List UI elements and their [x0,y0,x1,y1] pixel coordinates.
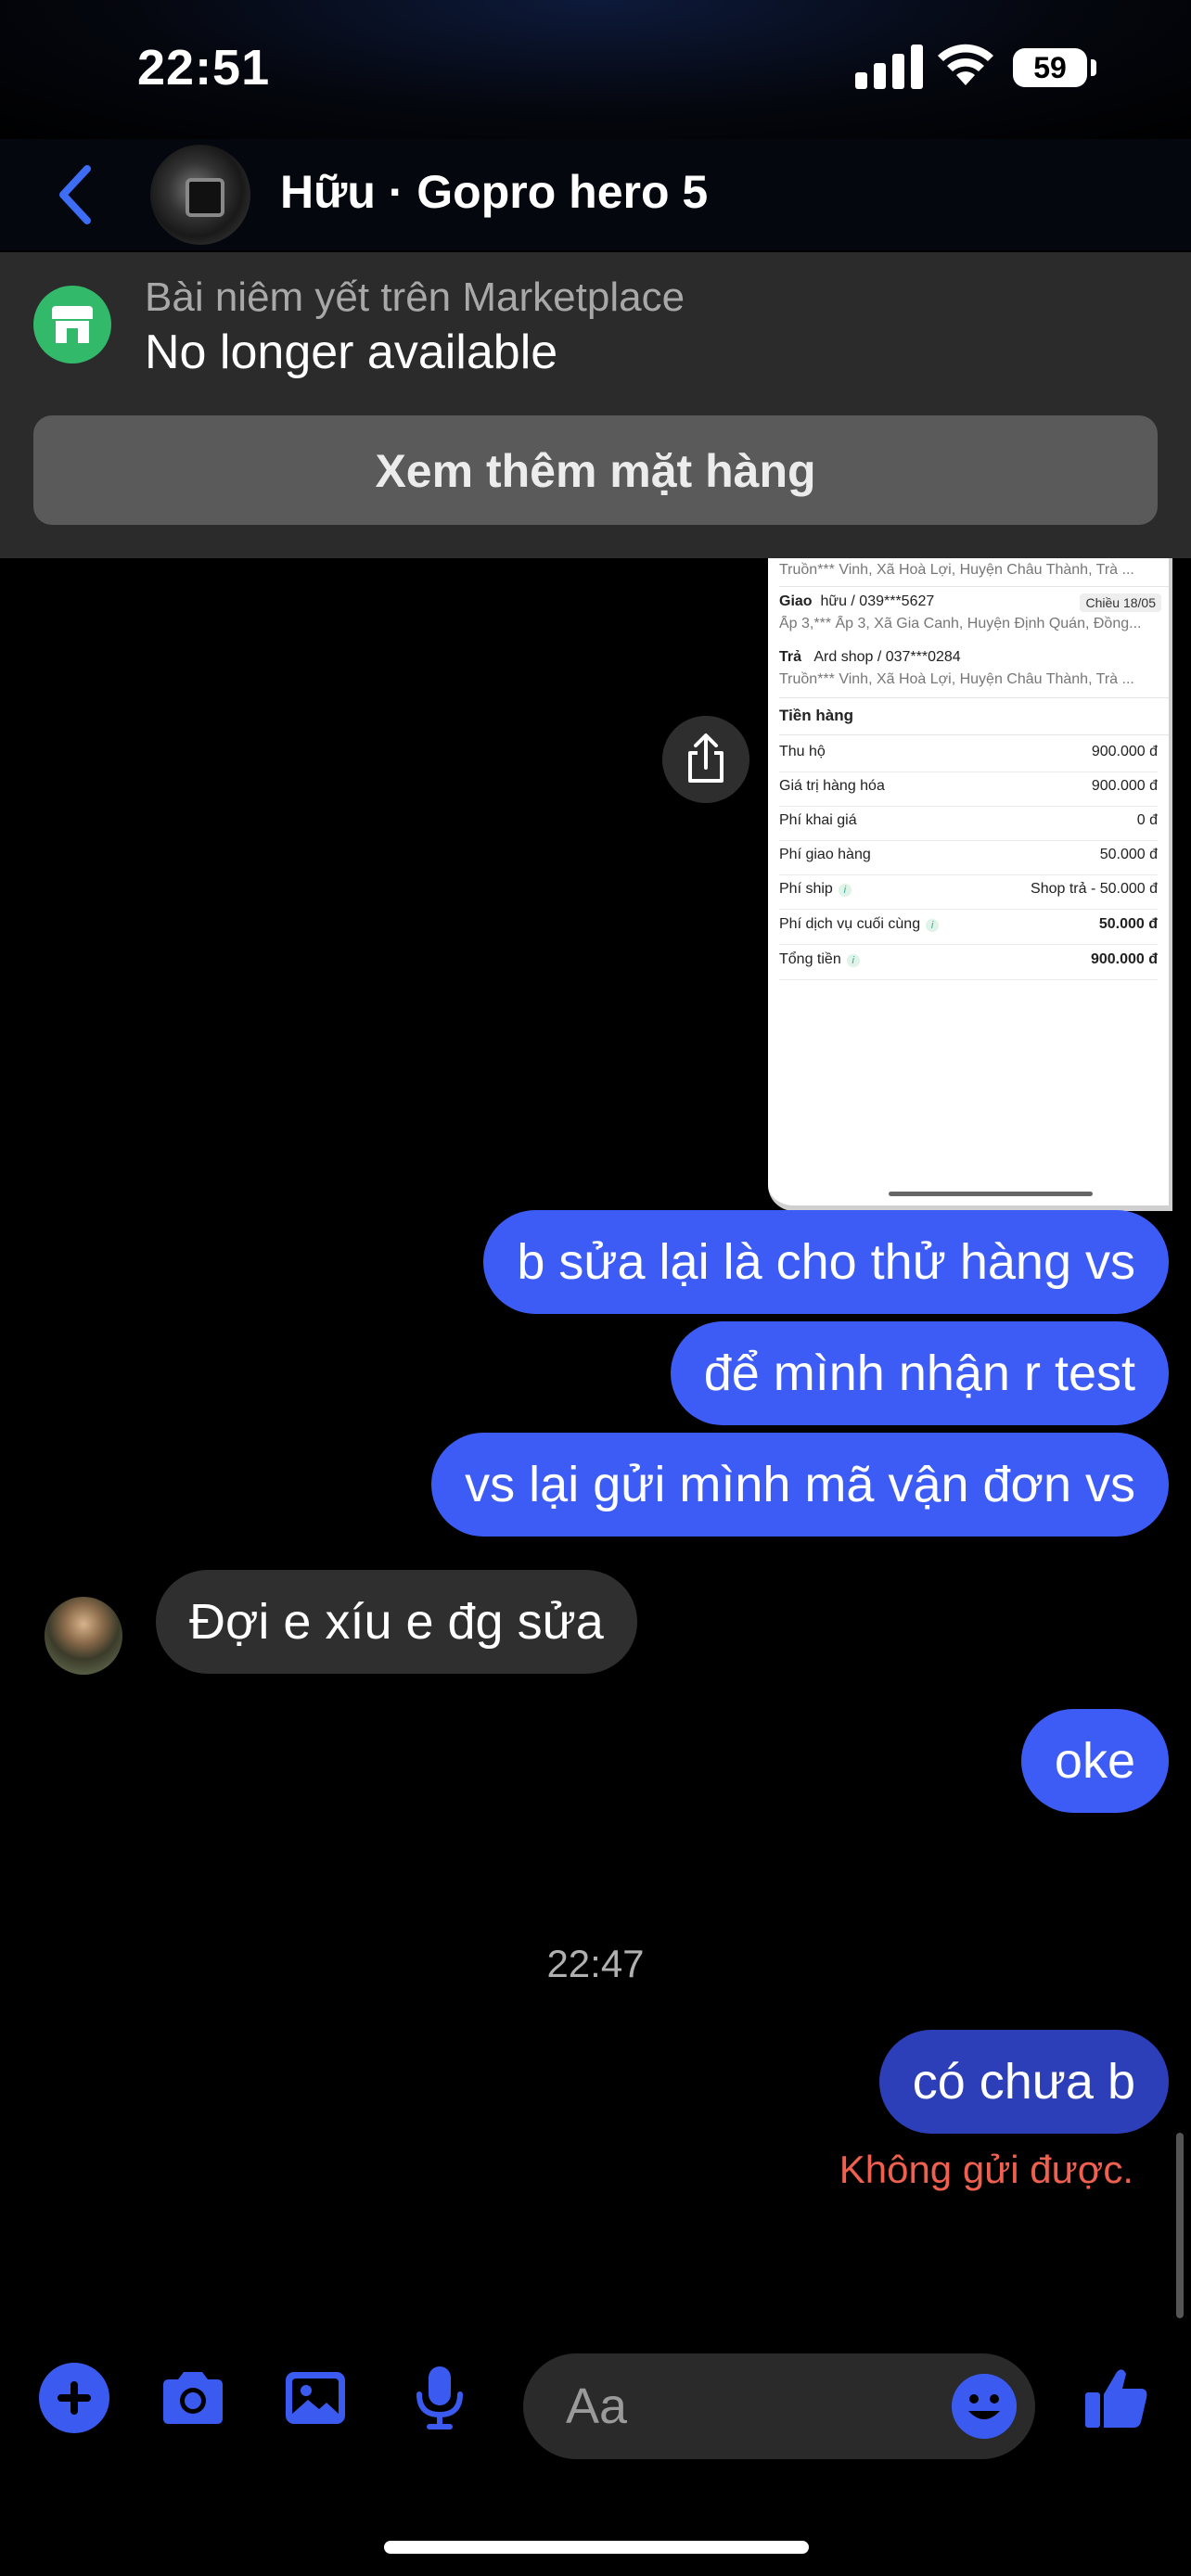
receipt-fee-row: Phí dịch vụ cuối cùng i 50.000 đ [779,911,1158,945]
outgoing-message-failed[interactable]: có chưa b [878,2030,1169,2134]
listing-status: No longer available [145,325,558,379]
info-icon: i [838,884,852,897]
image-icon[interactable] [280,2363,351,2433]
receipt-home-indicator [889,1192,1093,1196]
status-bar: 22:51 59 [0,0,1191,139]
receipt-fee-row: Thu hộ 900.000 đ [779,738,1158,772]
wifi-icon [938,44,993,85]
receipt-fee-row: Giá trị hàng hóa 900.000 đ [779,772,1158,807]
marketplace-banner: Bài niêm yết trên Marketplace No longer … [0,252,1191,558]
receipt-tra-address: Truồn*** Vinh, Xã Hoà Lợi, Huyện Châu Th… [779,671,1134,687]
see-more-items-button[interactable]: Xem thêm mặt hàng [33,415,1158,525]
home-indicator [384,2541,809,2554]
chat-header: Hữu · Gopro hero 5 [0,139,1191,250]
thumbs-up-icon[interactable] [1082,2363,1152,2433]
outgoing-message[interactable]: b sửa lại là cho thử hàng vs [483,1210,1169,1314]
info-icon: i [926,919,940,932]
receipt-fee-row: Phí khai giá 0 đ [779,807,1158,841]
receipt-fee-row: Tổng tiền i 900.000 đ [779,946,1158,980]
contact-avatar[interactable] [150,145,250,245]
info-icon: i [846,954,860,967]
receipt-giao-label: Giao [779,593,813,609]
plus-icon[interactable] [39,2363,109,2433]
receipt-fee-row: Phí ship i Shop trả - 50.000 đ [779,875,1158,910]
outgoing-message[interactable]: vs lại gửi mình mã vận đơn vs [431,1433,1169,1537]
chat-title[interactable]: Hữu · Gopro hero 5 [280,165,708,219]
receipt-tra-contact: Ard shop / 037***0284 [813,649,961,665]
microphone-icon[interactable] [404,2363,475,2433]
receipt-fee-row: Phí giao hàng 50.000 đ [779,841,1158,875]
outgoing-message[interactable]: oke [1020,1709,1169,1813]
back-chevron-icon[interactable] [54,161,98,228]
shared-receipt-image[interactable]: Truồn*** Vinh, Xã Hoà Lợi, Huyện Châu Th… [768,558,1172,1211]
battery-cap [1091,59,1096,76]
incoming-message[interactable]: Đợi e xíu e đg sửa [156,1570,637,1674]
send-failed-notice[interactable]: Không gửi được. [839,2148,1133,2192]
receipt-section-title: Tiền hàng [779,707,853,724]
share-icon[interactable] [662,716,749,803]
emoji-icon[interactable] [952,2374,1017,2439]
receipt-giao-badge: Chiều 18/05 [1080,593,1161,612]
camera-icon[interactable] [158,2363,228,2433]
marketplace-label: Bài niêm yết trên Marketplace [145,274,685,320]
status-time: 22:51 [137,40,271,96]
sender-avatar[interactable] [45,1597,122,1675]
receipt-address-top: Truồn*** Vinh, Xã Hoà Lợi, Huyện Châu Th… [779,562,1134,578]
marketplace-store-icon [33,286,111,363]
receipt-giao-address: Ấp 3,*** Ấp 3, Xã Gia Canh, Huyện Định Q… [779,616,1142,631]
message-composer [0,2337,1191,2476]
receipt-giao-contact: hữu / 039***5627 [820,593,935,609]
battery-icon: 59 [1013,48,1087,87]
receipt-tra-label: Trả [779,649,802,665]
outgoing-message[interactable]: để mình nhận r test [670,1321,1169,1425]
message-timestamp: 22:47 [546,1942,645,1985]
cellular-signal-icon [855,45,924,89]
scrollbar[interactable] [1176,2133,1184,2318]
